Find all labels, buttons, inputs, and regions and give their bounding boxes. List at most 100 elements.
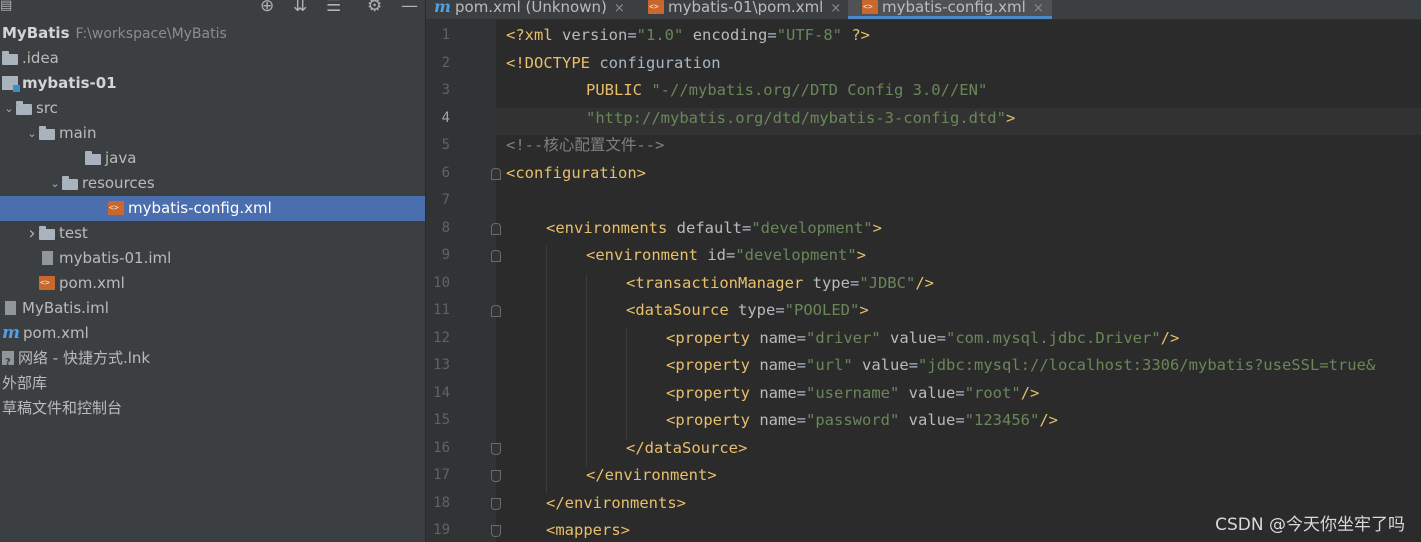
watermark: CSDN @今天你坐牢了吗 [1215, 515, 1405, 535]
folder-icon [39, 126, 55, 140]
chevron-down-icon[interactable]: ⌄ [2, 96, 16, 121]
folder-icon [2, 51, 18, 65]
collapse-all-icon[interactable]: ☰ [326, 0, 341, 16]
code-line[interactable]: <property name="username" value="root"/> [666, 384, 1039, 402]
gear-icon[interactable]: ⚙ [367, 0, 382, 16]
fold-marker-icon[interactable] [491, 167, 501, 180]
tree-item[interactable]: 草稿文件和控制台 [0, 396, 425, 421]
tree-item-label: pom.xml [23, 324, 89, 342]
fold-marker-icon[interactable] [491, 222, 501, 235]
folder-icon [16, 101, 32, 115]
line-number: 13 [433, 357, 450, 373]
code-line[interactable]: </dataSource> [626, 439, 747, 457]
code-line[interactable]: </environment> [586, 466, 717, 484]
line-number: 12 [433, 329, 450, 346]
tree-item[interactable]: ⌄ main [0, 121, 425, 146]
line-number: 15 [433, 412, 450, 428]
code-line[interactable]: <environments default="development"> [546, 219, 882, 237]
tree-item[interactable]: MyBatis F:\workspace\MyBatis [0, 21, 425, 46]
line-number: 3 [441, 82, 450, 98]
code-line[interactable]: <?xml version="1.0" encoding="UTF-8" ?> [506, 26, 870, 44]
xml-file-icon [648, 0, 664, 14]
editor-tab[interactable]: mybatis-01\pom.xml × [644, 0, 846, 19]
code-line[interactable]: <configuration> [506, 164, 646, 182]
code-line[interactable]: <environment id="development"> [586, 246, 866, 264]
code-line[interactable]: <!DOCTYPE configuration [506, 54, 721, 72]
minimize-icon[interactable]: — [401, 0, 418, 16]
fold-marker-icon[interactable] [491, 497, 501, 510]
xml-file-icon [108, 201, 124, 215]
line-number: 16 [433, 439, 450, 456]
xml-file-icon [862, 0, 878, 14]
code-editor[interactable]: 1 2 3 4 5 6 7 8 9 10 11 12 13 14 15 16 17 18 19 <?xml vers… [426, 20, 1421, 542]
line-number: 4 [441, 109, 450, 126]
fold-marker-icon[interactable] [491, 525, 501, 537]
fold-marker-icon[interactable] [491, 442, 501, 455]
editor-tab[interactable]: mybatis-config.xml × [848, 0, 1052, 19]
line-number: 19 [433, 522, 450, 538]
tree-item-label: test [59, 224, 88, 242]
line-number-gutter: 1 2 3 4 5 6 7 8 9 10 11 12 13 14 15 16 17 18 19 [426, 20, 501, 542]
fold-marker-icon[interactable] [491, 470, 501, 482]
tree-item[interactable]: mybatis-01 [0, 71, 425, 96]
code-line[interactable]: <mappers> [546, 521, 630, 539]
close-icon[interactable]: × [1033, 1, 1044, 16]
chevron-right-icon[interactable]: › [25, 221, 39, 246]
code-line[interactable]: "http://mybatis.org/dtd/mybatis-3-config… [586, 109, 1015, 127]
indent-guide [546, 246, 547, 494]
tree-item[interactable]: › test [0, 221, 425, 246]
project-view-icon[interactable]: ▤ [0, 0, 12, 16]
expand-all-icon[interactable]: ⇊ [293, 0, 307, 16]
code-line[interactable]: <property name="url" value="jdbc:mysql:/… [666, 356, 1375, 374]
code-line[interactable]: <transactionManager type="JDBC"/> [626, 274, 934, 292]
tree-item-label: 网络 - 快捷方式.lnk [18, 349, 151, 367]
tree-item[interactable]: MyBatis.iml [0, 296, 425, 321]
tree-item-label: mybatis-01 [22, 74, 117, 92]
tree-item-label: main [59, 124, 97, 142]
locate-icon[interactable]: ⊕ [260, 0, 274, 16]
fold-marker-icon[interactable] [491, 305, 501, 317]
tree-item[interactable]: mybatis-config.xml [0, 196, 425, 221]
tree-item[interactable]: 外部库 [0, 371, 425, 396]
fold-marker-icon[interactable] [491, 250, 501, 262]
line-number: 8 [441, 219, 450, 236]
module-folder-icon [2, 76, 20, 92]
tree-item[interactable]: .idea [0, 46, 425, 71]
tree-item-label: 外部库 [2, 374, 48, 392]
code-line[interactable]: </environments> [546, 494, 686, 512]
folder-icon [62, 176, 78, 190]
code-line[interactable]: <dataSource type="POOLED"> [626, 301, 869, 319]
code-line[interactable]: PUBLIC "-//mybatis.org//DTD Config 3.0//… [586, 81, 987, 99]
tree-item-label: mybatis-01.iml [59, 249, 172, 267]
tree-item[interactable]: ⌄ src [0, 96, 425, 121]
tree-item-label: pom.xml [59, 274, 125, 292]
tree-item-label: src [36, 99, 58, 117]
line-number: 11 [433, 302, 450, 318]
close-icon[interactable]: × [830, 1, 841, 16]
xml-file-icon [39, 276, 55, 290]
tree-item-label: resources [82, 174, 155, 192]
tree-item-label: mybatis-config.xml [128, 199, 272, 217]
iml-file-icon [5, 301, 16, 315]
tree-item[interactable]: java [0, 146, 425, 171]
line-number: 18 [433, 494, 450, 511]
close-icon[interactable]: × [614, 1, 625, 16]
iml-file-icon [42, 251, 53, 265]
project-tree: MyBatis F:\workspace\MyBatis .idea mybatis-… [0, 21, 425, 421]
tree-item[interactable]: m pom.xml [0, 321, 425, 346]
tree-item[interactable]: pom.xml [0, 271, 425, 296]
line-number: 6 [441, 164, 450, 181]
chevron-down-icon[interactable]: ⌄ [48, 171, 62, 196]
folder-icon [85, 151, 101, 165]
maven-icon: m [2, 323, 20, 343]
project-panel: ▤ ⊕ ⇊ ☰ ⚙ — MyBatis F:\workspace\MyBatis.… [0, 0, 425, 542]
tree-item[interactable]: 网络 - 快捷方式.lnk [0, 346, 425, 375]
code-line[interactable]: <!--核心配置文件--> [506, 136, 664, 154]
tree-item[interactable]: ⌄ resources [0, 171, 425, 196]
code-line[interactable]: <property name="driver" value="com.mysql… [666, 329, 1179, 347]
code-line[interactable]: <property name="password" value="123456"… [666, 411, 1058, 429]
chevron-down-icon[interactable]: ⌄ [25, 121, 39, 146]
indent-guide [626, 328, 627, 439]
editor-tab[interactable]: m pom.xml (Unknown) × [434, 0, 634, 19]
tree-item[interactable]: mybatis-01.iml [0, 246, 425, 271]
